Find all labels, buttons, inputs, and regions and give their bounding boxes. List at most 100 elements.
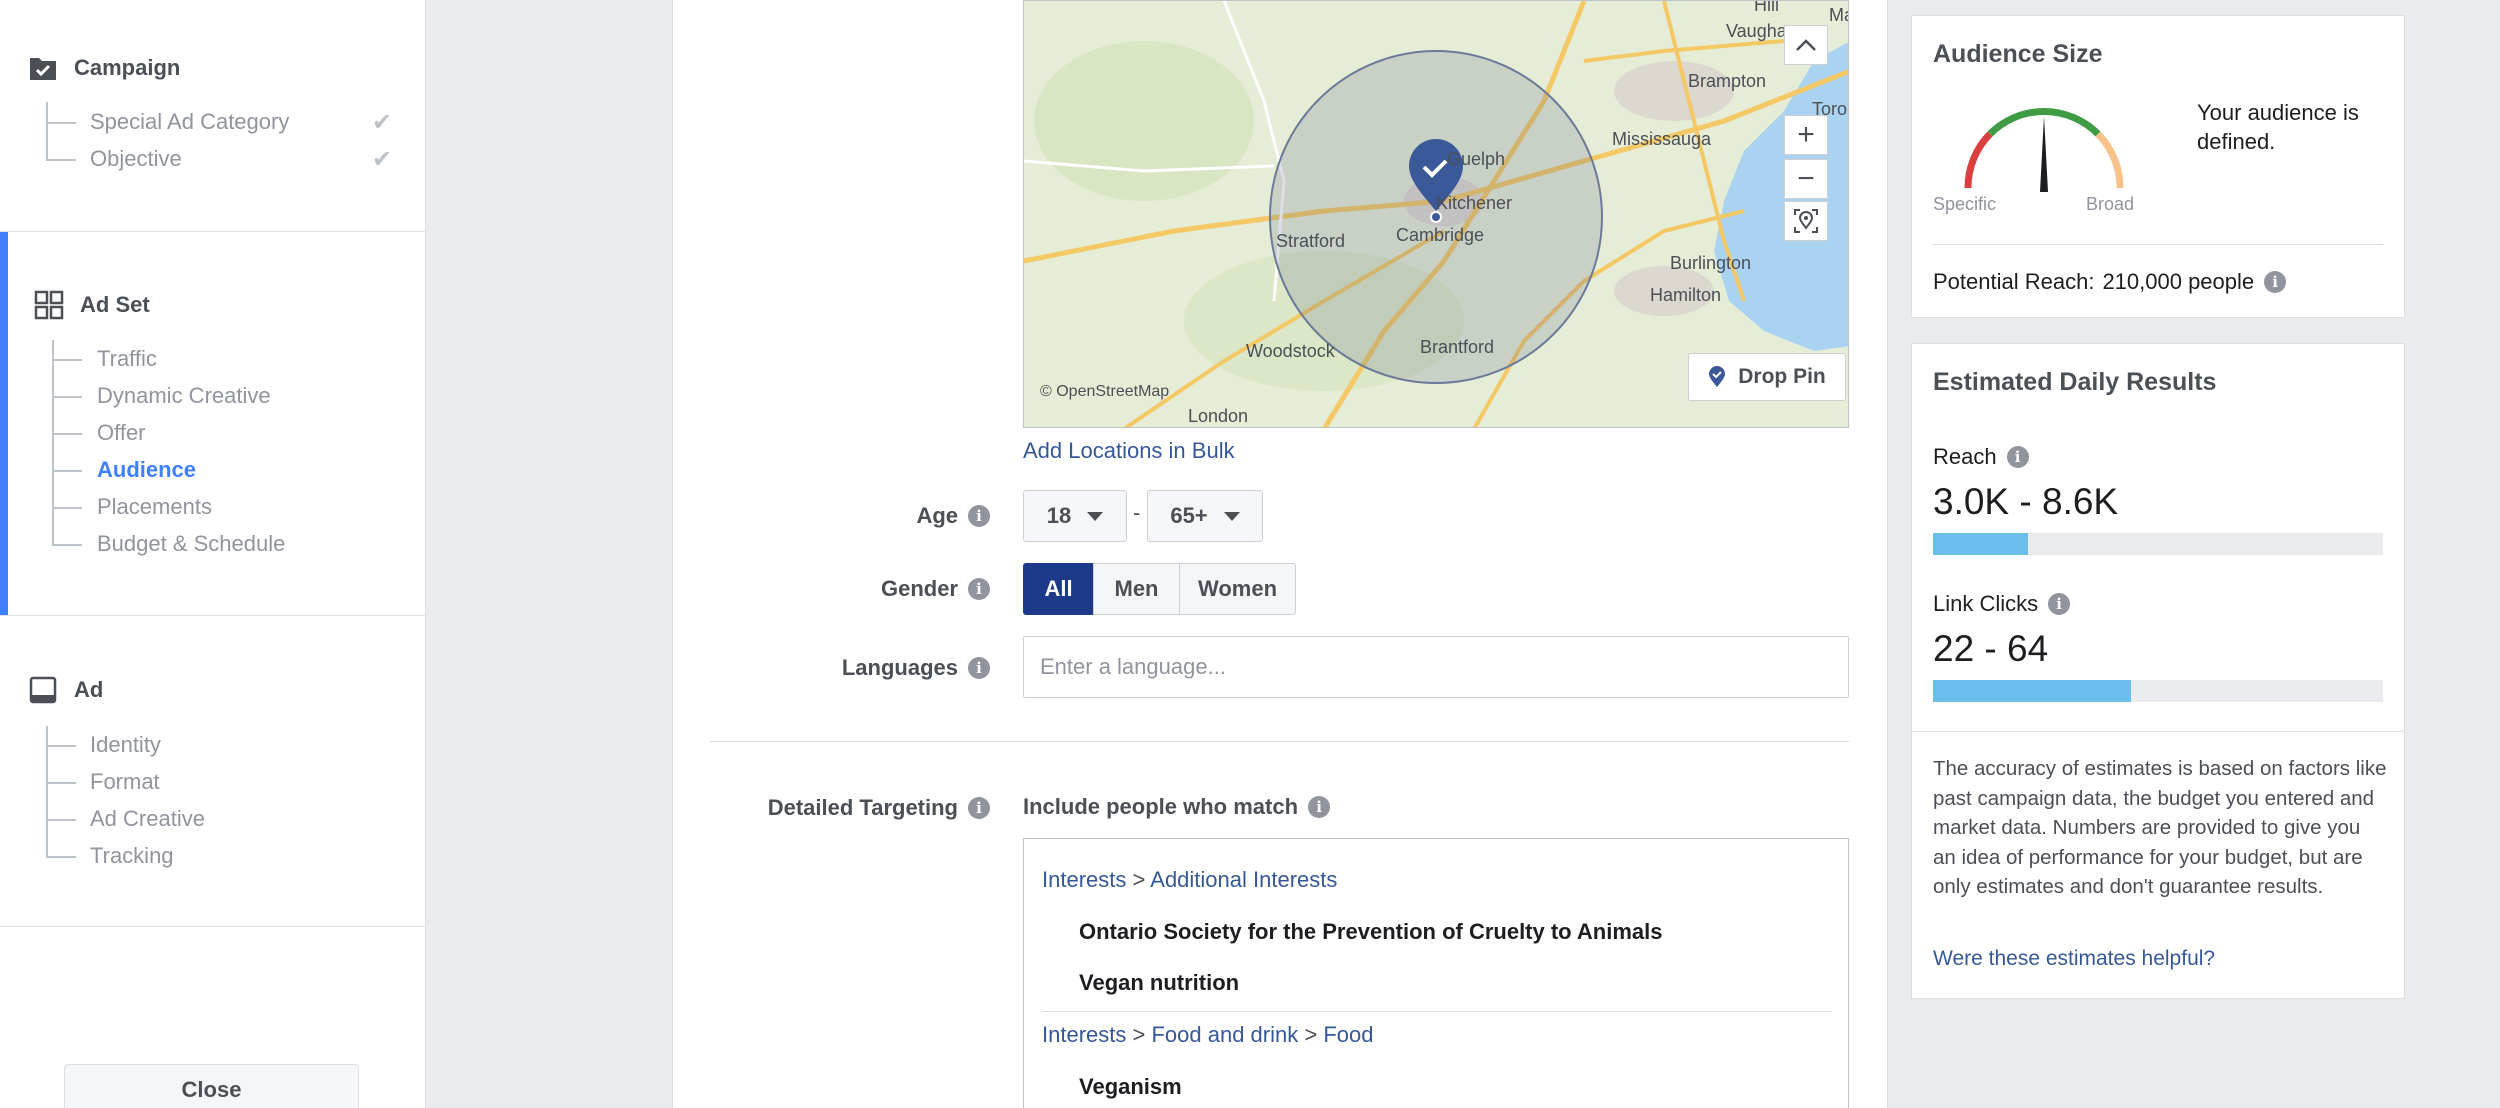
age-min-value: 18 [1046, 503, 1072, 528]
nav-item-placements[interactable]: Placements [97, 489, 212, 525]
link-clicks-bar-track [1933, 680, 2383, 702]
map-attribution: © OpenStreetMap [1040, 383, 1170, 400]
close-button[interactable]: Close [64, 1064, 359, 1108]
audience-status-text: Your audience is defined. [2197, 100, 2359, 154]
targeting-item: Veganism [1079, 1074, 1182, 1099]
info-icon[interactable]: i [968, 578, 990, 600]
targeting-breadcrumb: Interests > Food and drink > Food [1042, 1022, 1374, 1048]
nav-section-ad[interactable]: Ad [28, 675, 103, 705]
tree-line [46, 102, 48, 160]
nav-item-budget-schedule[interactable]: Budget & Schedule [97, 526, 285, 562]
map-label-cambridge: Cambridge [1396, 225, 1485, 245]
link-clicks-value: 22 - 64 [1933, 628, 2049, 669]
nav-item-special-ad-category[interactable]: Special Ad Category [90, 104, 289, 140]
breadcrumb-food-and-drink[interactable]: Food and drink [1151, 1022, 1298, 1047]
map-pin-icon [1709, 366, 1726, 387]
breadcrumb-interests[interactable]: Interests [1042, 867, 1126, 892]
nav-item-objective[interactable]: Objective [90, 141, 182, 177]
audience-size-card: Audience Size Specific Broad Your audien… [1911, 15, 2405, 318]
nav-section-ad-set[interactable]: Ad Set [34, 290, 150, 320]
potential-reach-value: 210,000 people [2102, 269, 2255, 294]
map-collapse-button[interactable] [1784, 25, 1828, 65]
tree-tick [46, 819, 76, 821]
tree-tick [46, 122, 76, 124]
ad-preview-icon [28, 675, 58, 705]
gender-all-button[interactable]: All [1023, 563, 1094, 615]
zoom-in-button[interactable]: + [1784, 115, 1828, 155]
nav-item-ad-creative[interactable]: Ad Creative [90, 801, 205, 837]
age-max-value: 65+ [1170, 503, 1208, 528]
link-clicks-label-row: Link Clicks i [1933, 591, 2071, 617]
plus-icon: + [1797, 118, 1815, 151]
check-icon: ✔ [372, 109, 393, 136]
detailed-targeting-box[interactable]: Interests > Additional Interests Ontario… [1023, 838, 1849, 1108]
nav-item-tracking[interactable]: Tracking [90, 838, 174, 874]
age-max-dropdown[interactable]: 65+ [1147, 490, 1263, 542]
nav-item-offer[interactable]: Offer [97, 415, 146, 451]
section-divider [710, 741, 1849, 742]
gauge-broad-label: Broad [2086, 194, 2135, 214]
age-label-row: Age i [690, 496, 990, 536]
breadcrumb-food[interactable]: Food [1323, 1022, 1373, 1047]
breadcrumb-additional-interests[interactable]: Additional Interests [1150, 867, 1337, 892]
add-locations-bulk-link[interactable]: Add Locations in Bulk [1023, 438, 1235, 464]
breadcrumb-separator: > [1132, 1022, 1146, 1047]
map-label-ma: Ma [1829, 5, 1848, 25]
targeting-breadcrumb: Interests > Additional Interests [1042, 867, 1337, 893]
nav-section-title: Ad [74, 677, 104, 702]
include-label: Include people who match [1023, 794, 1299, 819]
info-icon[interactable]: i [2006, 446, 2029, 468]
audience-size-title: Audience Size [1933, 40, 2103, 68]
targeting-item: Vegan nutrition [1079, 970, 1240, 995]
map-label-brampton: Brampton [1688, 71, 1767, 91]
tree-tick [52, 359, 82, 361]
nav-divider [0, 926, 425, 927]
gender-label-row: Gender i [690, 569, 990, 609]
info-icon[interactable]: i [968, 505, 990, 527]
gender-men-button[interactable]: Men [1093, 563, 1180, 615]
caret-down-icon [1087, 511, 1104, 521]
age-label: Age [916, 503, 958, 528]
folder-check-icon [28, 53, 58, 83]
map-label-kitchener: Kitchener [1436, 193, 1513, 213]
reach-bar-fill [1933, 533, 2028, 555]
zoom-out-button[interactable]: − [1784, 159, 1828, 199]
card-divider [1912, 731, 2406, 732]
location-map[interactable]: Vaughan Hill Ma Brampton Toro Mississaug… [1023, 0, 1849, 428]
locate-pin-icon [1794, 209, 1818, 233]
map-label-hill: Hill [1754, 0, 1779, 15]
daily-results-card: Estimated Daily Results Reach i 3.0K - 8… [1911, 343, 2406, 999]
estimates-feedback-link[interactable]: Were these estimates helpful? [1933, 947, 2215, 971]
nav-section-campaign[interactable]: Campaign [28, 53, 180, 83]
locate-button[interactable] [1784, 201, 1828, 241]
tree-tick [52, 507, 82, 509]
drop-pin-button[interactable]: Drop Pin [1688, 353, 1846, 401]
nav-item-format[interactable]: Format [90, 764, 160, 800]
info-icon[interactable]: i [968, 657, 990, 679]
info-icon[interactable]: i [1308, 796, 1331, 818]
info-icon[interactable]: i [2048, 593, 2071, 615]
info-icon[interactable]: i [2264, 271, 2287, 293]
tree-tick [46, 159, 76, 161]
nav-item-traffic[interactable]: Traffic [97, 341, 157, 377]
languages-input[interactable] [1023, 636, 1849, 698]
gender-women-button[interactable]: Women [1179, 563, 1296, 615]
tree-tick [52, 544, 82, 546]
map-label-brantford: Brantford [1420, 337, 1495, 357]
nav-item-dynamic-creative[interactable]: Dynamic Creative [97, 378, 271, 414]
chevron-up-icon [1796, 39, 1816, 51]
daily-results-title: Estimated Daily Results [1933, 368, 2217, 396]
breadcrumb-interests[interactable]: Interests [1042, 1022, 1126, 1047]
check-icon: ✔ [372, 146, 393, 173]
map-label-hamilton: Hamilton [1650, 285, 1722, 305]
nav-item-audience[interactable]: Audience [97, 452, 196, 488]
nav-item-identity[interactable]: Identity [90, 727, 161, 763]
targeting-divider [1042, 1011, 1832, 1012]
age-min-dropdown[interactable]: 18 [1023, 490, 1127, 542]
drop-pin-label: Drop Pin [1738, 365, 1826, 388]
nav-divider [0, 615, 425, 616]
info-icon[interactable]: i [968, 797, 990, 819]
nav-section-title: Ad Set [80, 292, 150, 317]
reach-bar-track [1933, 533, 2383, 555]
left-navigation: Campaign Special Ad Category Objective ✔… [0, 0, 426, 1108]
